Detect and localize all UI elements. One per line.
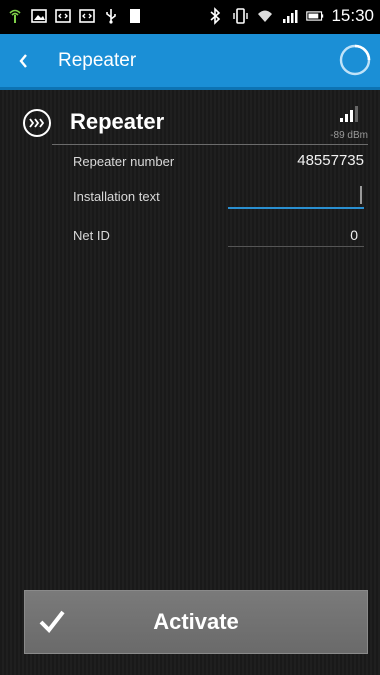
header-divider [52,144,368,145]
repeater-number-label: Repeater number [73,154,175,169]
status-time: 15:30 [331,6,374,25]
status-bar-right: 15:30 [206,6,374,26]
repeater-number-value: 48557735 [297,152,364,169]
action-bar: Repeater [0,34,380,90]
battery-icon [306,7,324,25]
installation-text-label: Installation text [73,189,160,204]
device-header: Repeater -89 dBm [18,104,368,144]
cell-signal-icon [281,7,299,25]
net-id-label: Net ID [73,228,110,243]
code-box-icon [78,7,96,25]
code-box-icon [54,7,72,25]
vibrate-icon [231,7,249,25]
activate-label: Activate [153,609,239,634]
wifi-icon [256,7,274,25]
app-title: Repeater [58,50,137,71]
bluetooth-icon [206,7,224,25]
back-button[interactable] [10,46,38,76]
screen: 15:30 Repeater Repeater -89 dBm Repeater… [0,0,380,675]
chevron-left-icon [19,54,27,68]
spinner-icon [339,44,371,76]
status-bar-left [6,7,144,25]
net-id-input[interactable] [228,224,364,246]
net-id-underline [228,246,364,247]
wifi-ap-icon [6,7,24,25]
signal-strength: -89 dBm [330,130,368,141]
forward-dots-icon [23,109,51,137]
usb-icon [102,7,120,25]
device-title: Repeater [70,109,165,134]
activate-button[interactable]: Activate [24,590,368,654]
installation-text-input[interactable] [228,184,364,206]
installation-text-underline [228,207,364,209]
status-bar: 15:30 [0,0,380,34]
signal-bars-icon [340,106,358,122]
battery-full-icon [126,7,144,25]
content-area: Repeater -89 dBm Repeater number 4855773… [0,90,380,675]
image-icon [30,7,48,25]
text-cursor [360,186,362,204]
